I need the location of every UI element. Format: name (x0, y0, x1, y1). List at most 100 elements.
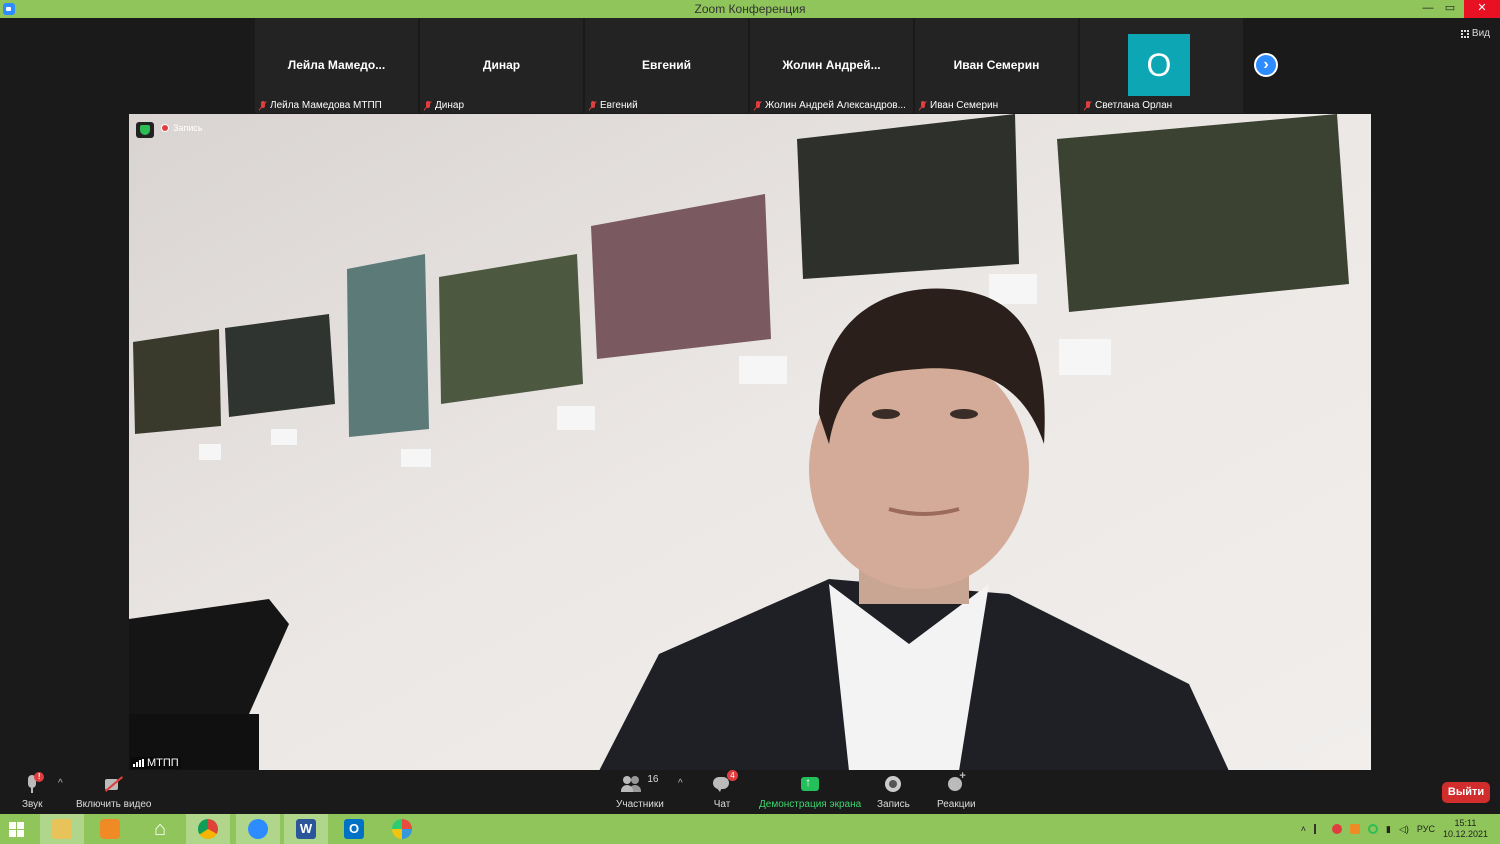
start-video-button[interactable]: Включить видео (76, 774, 152, 810)
active-speaker-video (129, 114, 1371, 771)
recording-label: Запись (173, 123, 203, 133)
video-frame (129, 114, 1371, 771)
audio-warning-badge: ! (34, 772, 45, 782)
camera-off-icon (104, 774, 124, 794)
app-tray-icon[interactable] (1350, 824, 1361, 834)
chat-unread-badge: 4 (727, 770, 738, 781)
word-icon: W (296, 819, 316, 839)
share-screen-icon (800, 774, 820, 794)
meeting-toolbar: ! Звук ^ Включить видео 16 Участники ^ 4… (0, 770, 1500, 814)
window-title: Zoom Конференция (694, 2, 806, 16)
participant-label-text: Евгений (600, 100, 638, 111)
taskbar-zoom[interactable] (236, 814, 280, 844)
network-signal-icon[interactable]: ▮ (1386, 824, 1391, 835)
participant-label-text: Светлана Орлан (1095, 100, 1173, 111)
windows-taskbar: ⌂ W O ˄ ▮ ◁) РУС 15:11 10.12.2021 (0, 814, 1500, 844)
next-page-arrow-icon[interactable]: › (1254, 53, 1278, 77)
speaker-name-label: МТПП (131, 757, 181, 769)
view-button[interactable]: Вид (1460, 28, 1490, 39)
mic-muted-icon (589, 100, 597, 111)
mic-muted-icon (919, 100, 927, 111)
participant-label-text: Динар (435, 100, 465, 111)
audio-options-caret-icon[interactable]: ^ (58, 778, 63, 789)
participant-tile[interactable]: Лейла Мамедо... Лейла Мамедова МТПП (255, 18, 418, 113)
mic-muted-icon (259, 100, 267, 111)
tray-expand-icon[interactable]: ˄ (1301, 824, 1306, 834)
participant-avatar: О (1128, 34, 1190, 96)
chat-label: Чат (713, 799, 731, 810)
participant-tile[interactable]: Жолин Андрей... Жолин Андрей Александров… (750, 18, 913, 113)
participant-name: Лейла Мамедо... (287, 58, 386, 72)
chat-button[interactable]: 4 Чат (712, 770, 738, 810)
antivirus-icon[interactable] (1332, 824, 1343, 834)
share-screen-label: Демонстрация экрана (759, 799, 862, 810)
sync-icon[interactable] (1368, 824, 1379, 834)
participant-label: Иван Семерин (919, 100, 998, 111)
participant-label: Евгений (589, 100, 638, 111)
participant-label: Светлана Орлан (1084, 100, 1172, 111)
mic-muted-icon (424, 100, 432, 111)
reactions-label: Реакции (937, 799, 976, 810)
share-screen-button[interactable]: Демонстрация экрана (759, 774, 861, 810)
recording-dot-icon (161, 124, 169, 132)
participant-tile[interactable]: Евгений Евгений (585, 18, 748, 113)
taskbar-media-player[interactable] (88, 814, 132, 844)
participant-name: Жолин Андрей... (782, 58, 881, 72)
recording-indicator[interactable]: Запись (161, 123, 203, 133)
taskbar-home[interactable]: ⌂ (138, 814, 182, 844)
participants-icon-row: 16 (621, 774, 658, 799)
start-video-label: Включить видео (76, 799, 152, 810)
volume-icon[interactable]: ◁) (1399, 824, 1409, 835)
participant-tile[interactable]: Иван Семерин Иван Семерин (915, 18, 1078, 113)
flag-icon[interactable] (1314, 824, 1324, 834)
reactions-icon (946, 770, 966, 794)
participants-button[interactable]: 16 Участники (616, 774, 664, 810)
participant-tile[interactable]: Динар Динар (420, 18, 583, 113)
participants-label: Участники (616, 799, 664, 810)
record-button[interactable]: Запись (877, 774, 910, 810)
participant-name: Евгений (641, 58, 692, 72)
language-indicator[interactable]: РУС (1417, 824, 1435, 834)
leave-button[interactable]: Выйти (1442, 782, 1490, 803)
participant-label-text: Иван Семерин (930, 100, 999, 111)
audio-button[interactable]: ! Звук (22, 772, 45, 810)
audio-label: Звук (22, 799, 43, 810)
participant-label: Жолин Андрей Александров... (754, 100, 906, 111)
taskbar-paint[interactable] (380, 814, 424, 844)
home-icon: ⌂ (153, 818, 167, 840)
encryption-shield-icon[interactable] (136, 122, 154, 138)
participant-tile[interactable]: О Светлана Орлан (1080, 18, 1243, 113)
record-label: Запись (877, 799, 910, 810)
reactions-button[interactable]: Реакции (937, 770, 976, 810)
record-icon (883, 774, 903, 794)
signal-strength-icon (133, 759, 144, 767)
mic-muted-icon (754, 100, 762, 111)
maximize-button[interactable]: ▭ (1436, 0, 1464, 18)
speaker-name: МТПП (147, 757, 179, 769)
clock-time: 15:11 (1454, 818, 1477, 828)
participant-name: Иван Семерин (953, 58, 1040, 72)
taskbar-file-explorer[interactable] (40, 814, 84, 844)
close-button[interactable]: ✕ (1464, 0, 1500, 18)
view-button-label: Вид (1471, 28, 1490, 39)
participants-options-caret-icon[interactable]: ^ (678, 778, 683, 789)
chrome-icon (198, 819, 218, 839)
clock-date: 10.12.2021 (1442, 829, 1488, 839)
start-button[interactable] (0, 814, 44, 844)
participant-label: Лейла Мамедова МТПП (259, 100, 382, 111)
grid-view-icon (1460, 29, 1469, 38)
system-tray: ˄ ▮ ◁) РУС 15:11 10.12.2021 (1301, 814, 1500, 844)
participant-label: Динар (424, 100, 464, 111)
outlook-icon: O (344, 819, 364, 839)
participants-count: 16 (647, 774, 659, 785)
participants-icon (621, 774, 641, 794)
windows-logo-icon (9, 822, 25, 838)
participant-label-text: Жолин Андрей Александров... (765, 100, 906, 111)
taskbar-outlook[interactable]: O (332, 814, 376, 844)
taskbar-chrome[interactable] (186, 814, 230, 844)
clock[interactable]: 15:11 10.12.2021 (1443, 818, 1488, 840)
participant-strip: Лейла Мамедо... Лейла Мамедова МТПП Дина… (255, 18, 1243, 113)
title-bar: Zoom Конференция — ▭ ✕ (0, 0, 1500, 18)
media-player-icon (100, 819, 120, 839)
taskbar-word[interactable]: W (284, 814, 328, 844)
